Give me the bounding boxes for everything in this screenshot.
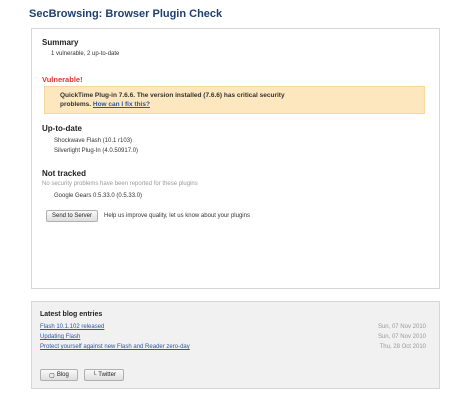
blog-heading: Latest blog entries <box>40 311 103 318</box>
blog-entry-date: Sun, 07 Nov 2010 <box>377 324 426 330</box>
twitter-button-label: Twitter <box>98 372 116 378</box>
uptodate-item: Shockwave Flash (10.1 r103) <box>54 138 133 144</box>
blog-entry-title[interactable]: Updating Flash <box>40 334 80 340</box>
blog-entry-title[interactable]: Flash 10.1.102 released <box>40 324 104 330</box>
vulnerable-heading: Vulnerable! <box>42 75 83 84</box>
blog-icon: ▢ <box>49 372 55 379</box>
blog-entry-title[interactable]: Protect yourself against new Flash and R… <box>40 344 190 350</box>
blog-entry-date: Sun, 07 Nov 2010 <box>377 334 426 340</box>
blog-entry-date: Thu, 28 Oct 2010 <box>379 344 426 350</box>
summary-text: 1 vulnerable, 2 up-to-date <box>51 51 120 57</box>
not-tracked-item: Google Gears 0.5.33.0 (0.5.33.0) <box>54 193 143 199</box>
vulnerable-warning-box: QuickTime Plug-in 7.6.6. The version ins… <box>44 86 425 114</box>
fix-link[interactable]: How can I fix this? <box>93 101 150 108</box>
not-tracked-heading: Not tracked <box>42 169 87 178</box>
not-tracked-note: No security problems have been reported … <box>42 181 198 187</box>
twitter-icon: └ <box>92 372 97 378</box>
plugin-check-panel: Summary 1 vulnerable, 2 up-to-date Vulne… <box>31 28 440 289</box>
send-hint: Help us improve quality, let us know abo… <box>104 213 250 219</box>
twitter-button[interactable]: └ Twitter <box>84 369 124 381</box>
uptodate-heading: Up-to-date <box>42 124 82 133</box>
summary-heading: Summary <box>42 38 79 47</box>
vulnerable-message-cont: problems. How can I fix this? <box>60 101 150 108</box>
blog-entry: Protect yourself against new Flash and R… <box>40 344 430 353</box>
blog-button[interactable]: ▢ Blog <box>40 369 78 381</box>
vulnerable-message-end: problems. <box>60 101 92 108</box>
blog-button-label: Blog <box>56 372 69 378</box>
blog-entry: Updating Flash Sun, 07 Nov 2010 <box>40 334 430 343</box>
blog-entry: Flash 10.1.102 released Sun, 07 Nov 2010 <box>40 324 430 333</box>
vulnerable-message: QuickTime Plug-in 7.6.6. The version ins… <box>60 92 285 99</box>
send-to-server-button[interactable]: Send to Server <box>46 210 98 222</box>
uptodate-item: Silverlight Plug-In (4.0.50917.0) <box>54 148 139 154</box>
page-title: SecBrowsing: Browser Plugin Check <box>29 8 223 20</box>
blog-panel: Latest blog entries Flash 10.1.102 relea… <box>31 301 440 389</box>
